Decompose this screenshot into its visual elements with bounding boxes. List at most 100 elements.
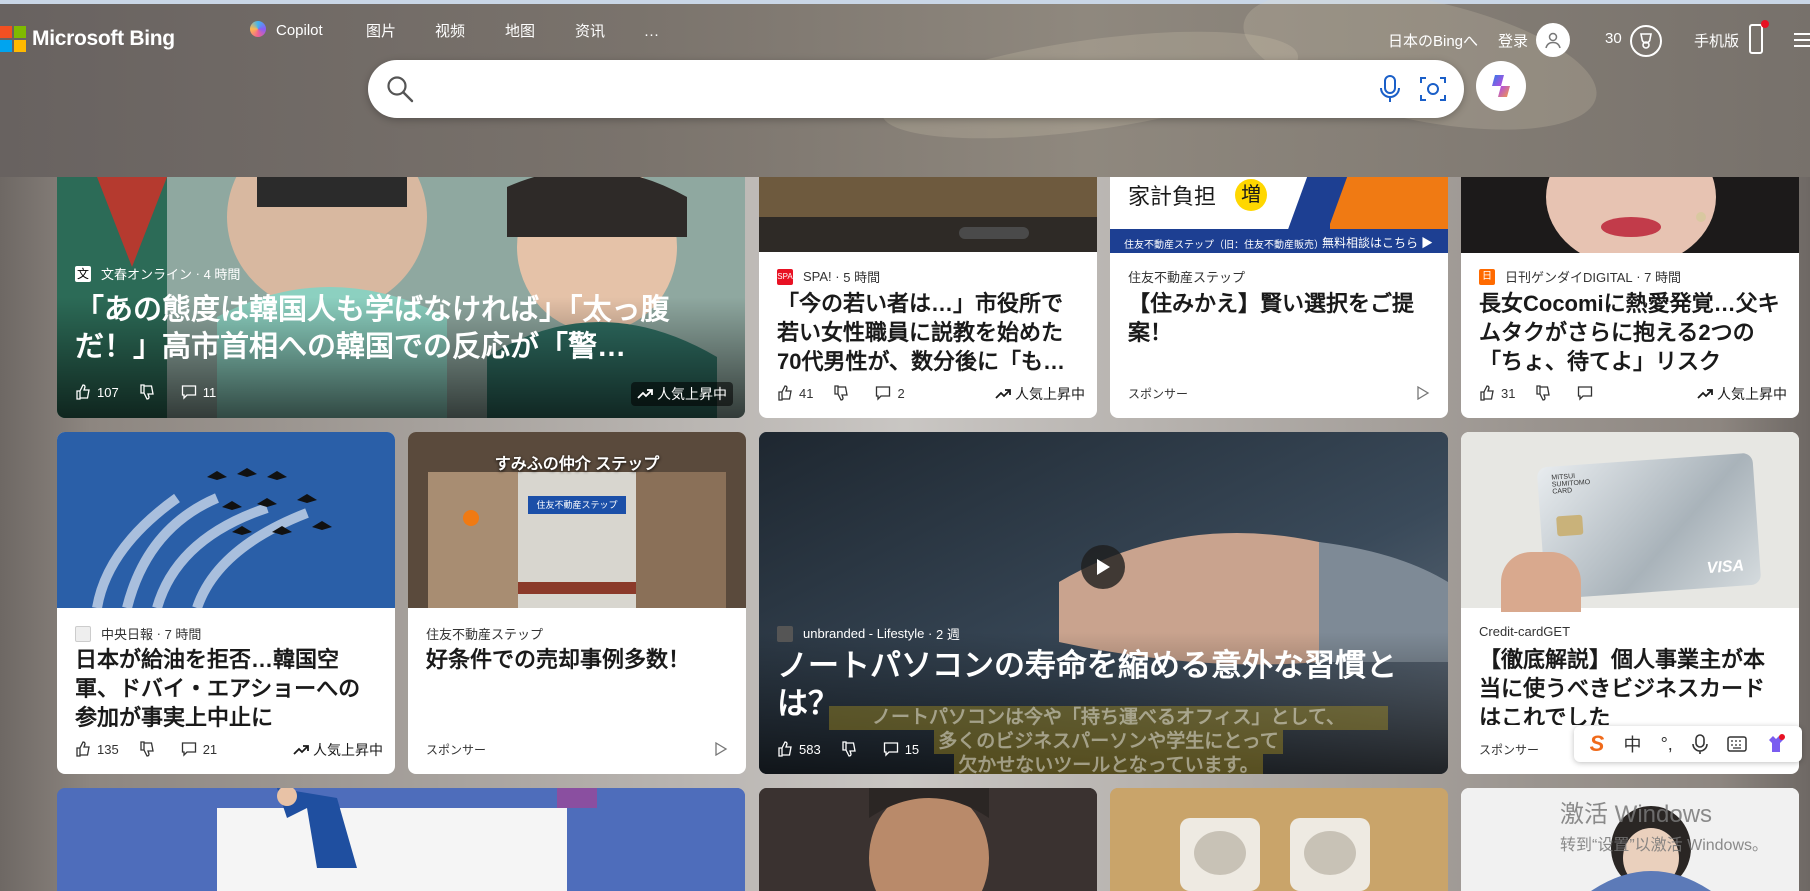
source-time: 7 時間	[164, 627, 202, 642]
card-image	[759, 177, 1097, 252]
comment-button[interactable]	[1577, 385, 1599, 401]
subtitle-line: 欠かせないツールとなっています。	[954, 754, 1263, 774]
ad-banner-image: 家計負担 増 住友不動産ステップ（旧：住友不動産販売） 無料相談はこちら ▶	[1110, 177, 1448, 253]
dislike-button[interactable]	[1535, 385, 1557, 401]
ad-footer-right: 無料相談はこちら ▶	[1322, 236, 1434, 250]
search-icon[interactable]	[386, 75, 414, 103]
windows-activation-watermark: 激活 Windows 转到“设置”以激活 Windows。	[1560, 794, 1768, 855]
visual-search-icon[interactable]	[1418, 74, 1448, 104]
card-title[interactable]: 長女Cocomiに熱愛発覚…父キムタクがさらに抱える2つの「ちょ、待てよ」リスク	[1479, 289, 1781, 376]
like-count: 107	[97, 384, 119, 400]
phone-icon[interactable]	[1749, 20, 1769, 54]
card-source: 住友不動産ステップ	[1128, 270, 1246, 285]
card-footer: 583 15	[777, 741, 1430, 757]
card-image	[57, 788, 745, 891]
thumbs-down-icon	[140, 741, 154, 757]
ime-keyboard-icon[interactable]	[1727, 736, 1747, 752]
source-time: 7 時間	[1644, 270, 1682, 285]
like-button[interactable]: 583	[777, 741, 821, 757]
like-button[interactable]: 31	[1479, 385, 1515, 401]
play-icon	[1097, 559, 1110, 575]
card-title[interactable]: 「あの態度は韓国人も学ばなければ」「太っ腹だ！」高市首相への韓国での反応が「警…	[75, 292, 727, 366]
card-title[interactable]: 日本が給油を拒否…韓国空軍、ドバイ・エアショーへの参加が事実上中止に	[75, 645, 377, 732]
copilot-button[interactable]	[1476, 61, 1526, 111]
nav-videos[interactable]: 视频	[435, 20, 465, 41]
card-source: 中央日報 · 7 時間	[75, 624, 201, 643]
card-image	[1461, 177, 1799, 253]
news-card-c4[interactable]: 日日刊ゲンダイDIGITAL · 7 時間 長女Cocomiに熱愛発覚…父キムタ…	[1461, 177, 1799, 418]
logo-text: Microsoft Bing	[32, 27, 175, 50]
source-name: 日刊ゲンダイDIGITAL	[1505, 270, 1633, 285]
ad-choices-icon[interactable]	[714, 742, 728, 756]
microphone-icon[interactable]	[1378, 74, 1402, 104]
comment-icon	[181, 385, 196, 400]
comment-button[interactable]: 2	[875, 385, 905, 401]
trend-up-icon	[293, 745, 309, 755]
nav-news[interactable]: 资讯	[575, 20, 605, 41]
menu-icon[interactable]	[1794, 33, 1810, 49]
news-card-c2[interactable]: SPA SPA! · 5 時間 「今の若い者は…」市役所で若い女性職員に説教を始め…	[759, 177, 1097, 418]
nav-images[interactable]: 图片	[366, 20, 396, 41]
card-source: Credit-cardGET	[1479, 624, 1571, 639]
ad-card-c6[interactable]: 住友不動産ステップ すみふの仲介 ステップ 住友不動産ステップ 好条件での売却事…	[408, 432, 746, 774]
store-sign: 住友不動産ステップ	[528, 496, 626, 514]
card-footer: 107 11	[75, 384, 727, 400]
copilot-logo-icon	[1492, 75, 1510, 97]
comment-button[interactable]: 15	[883, 741, 919, 757]
news-card-row3-1[interactable]	[57, 788, 745, 891]
like-button[interactable]: 135	[75, 741, 119, 757]
search-input[interactable]	[428, 70, 1328, 108]
subtitle-line: ノートパソコンは今や「持ち運べるオフィス」として、	[829, 706, 1388, 730]
sogou-icon[interactable]: S	[1590, 731, 1605, 757]
dislike-button[interactable]	[139, 384, 161, 400]
unbranded-icon	[777, 625, 793, 642]
ime-microphone-icon[interactable]	[1692, 734, 1708, 754]
ad-choices-icon[interactable]	[1416, 386, 1430, 400]
card-image	[57, 432, 395, 608]
comment-button[interactable]: 11	[181, 384, 216, 400]
dislike-button[interactable]	[841, 741, 863, 757]
like-button[interactable]: 41	[777, 385, 813, 401]
trend-up-icon	[1697, 389, 1713, 399]
thumbs-down-icon	[140, 384, 154, 400]
card-title[interactable]: 【住みかえ】賢い選択をご提案！	[1128, 289, 1430, 349]
source-name: SPA!	[803, 269, 832, 284]
card-title[interactable]: 【徹底解説】個人事業主が本当に使うべきビジネスカードはこれでした	[1479, 645, 1781, 725]
nav-more[interactable]: ···	[644, 26, 659, 43]
ad-card-c8[interactable]: MITSUI SUMITOMO CARD VISA Credit-cardGET…	[1461, 432, 1799, 774]
nav-copilot[interactable]: Copilot	[250, 21, 323, 39]
news-card-c5[interactable]: 中央日報 · 7 時間 日本が給油を拒否…韓国空軍、ドバイ・エアショーへの参加が…	[57, 432, 395, 774]
ime-skin-icon[interactable]	[1766, 734, 1786, 754]
mobile-link[interactable]: 手机版	[1694, 30, 1739, 51]
ad-card-c3[interactable]: 家計負担 増 住友不動産ステップ（旧：住友不動産販売） 無料相談はこちら ▶ 住…	[1110, 177, 1448, 418]
sponsor-label: スポンサー	[426, 743, 487, 757]
news-card-row3-3[interactable]	[1110, 788, 1448, 891]
ime-punctuation-toggle[interactable]: °,	[1661, 734, 1673, 755]
comment-icon	[1578, 386, 1593, 401]
card-title[interactable]: 「今の若い者は…」市役所で若い女性職員に説教を始めた70代男性が、数分後に「も…	[777, 289, 1079, 376]
dislike-button[interactable]	[139, 741, 161, 757]
ad-badge: 増	[1235, 179, 1267, 211]
rewards-points[interactable]: 30	[1605, 30, 1622, 47]
login-link[interactable]: 登录	[1498, 30, 1528, 51]
nav-maps[interactable]: 地图	[505, 20, 535, 41]
source-time: 4 時間	[203, 267, 241, 282]
video-card-c7[interactable]: unbranded - Lifestyle · 2 週 ノートパソコンの寿命を縮…	[759, 432, 1448, 774]
news-card-row3-2[interactable]	[759, 788, 1097, 891]
bing-logo[interactable]: Microsoft Bing	[0, 26, 175, 52]
news-card-c1[interactable]: 文文春オンライン · 4 時間 「あの態度は韓国人も学ばなければ」「太っ腹だ！」…	[57, 177, 745, 418]
comment-button[interactable]: 21	[181, 741, 217, 757]
source-name: 文春オンライン	[101, 267, 193, 282]
card-source: 日日刊ゲンダイDIGITAL · 7 時間	[1479, 267, 1681, 286]
card-image: MITSUI SUMITOMO CARD VISA	[1461, 432, 1799, 612]
region-link[interactable]: 日本のBingへ	[1388, 30, 1478, 51]
like-button[interactable]: 107	[75, 384, 119, 400]
nav-label: Copilot	[276, 22, 323, 39]
ime-mode-toggle[interactable]: 中	[1623, 731, 1641, 757]
rewards-icon[interactable]	[1630, 25, 1662, 57]
card-title[interactable]: 好条件での売却事例多数！	[426, 645, 728, 675]
avatar[interactable]	[1536, 23, 1570, 57]
dislike-button[interactable]	[833, 385, 855, 401]
copilot-icon	[250, 21, 266, 37]
play-button[interactable]	[1081, 545, 1125, 589]
